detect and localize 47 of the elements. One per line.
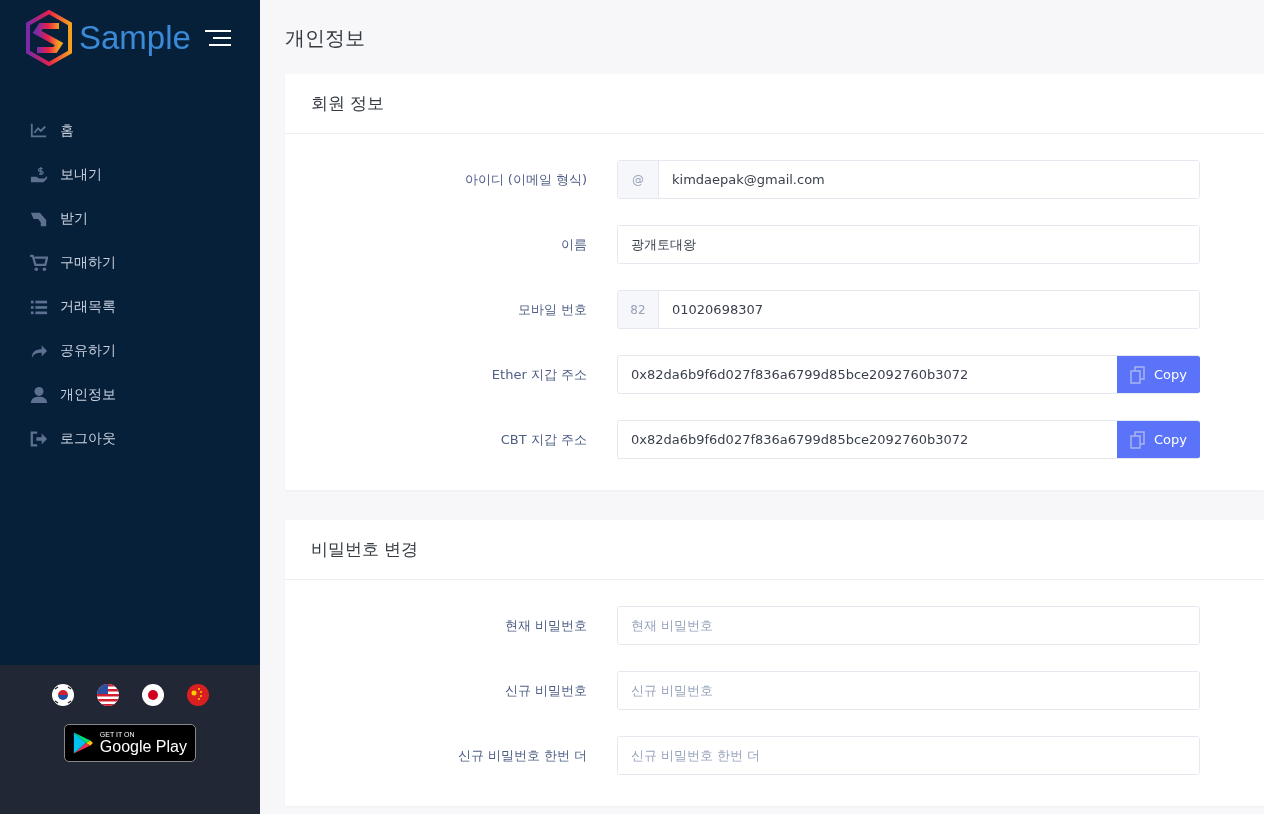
- menu-item[interactable]: 개인정보: [0, 373, 260, 417]
- input-field[interactable]: 0x82da6b9f6d027f836a6799d85bce2092760b3072 Copy: [617, 355, 1200, 394]
- logo-icon: [25, 9, 73, 66]
- field-label: 신규 비밀번호: [503, 681, 587, 700]
- chart-icon: [30, 122, 48, 140]
- cart-icon: [30, 254, 48, 272]
- menu-item[interactable]: 구매하기: [0, 241, 260, 285]
- menu-item[interactable]: 거래목록: [0, 285, 260, 329]
- menu-item[interactable]: 홈: [0, 109, 260, 153]
- menu-item[interactable]: 받기: [0, 197, 260, 241]
- copy-icon: [1130, 430, 1146, 449]
- input-prefix: 82: [618, 291, 659, 328]
- menu-item[interactable]: 로그아웃: [0, 417, 260, 461]
- field-label: CBT 지갑 주소: [499, 430, 587, 449]
- menu-icon[interactable]: [204, 28, 231, 47]
- field-label: 모바일 번호: [516, 300, 587, 319]
- field-label: 신규 비밀번호 한번 더: [456, 746, 587, 765]
- list-icon: [30, 298, 48, 316]
- copy-button[interactable]: Copy: [1117, 356, 1200, 393]
- input-field[interactable]: 82 01020698307: [617, 290, 1200, 329]
- input-field[interactable]: 신규 비밀번호: [617, 671, 1200, 710]
- flag-icon[interactable]: [140, 683, 165, 707]
- send-icon: [30, 166, 48, 184]
- logo-text: Sample: [79, 18, 191, 57]
- input-field[interactable]: 신규 비밀번호 한번 더: [617, 736, 1200, 775]
- play-icon: [73, 730, 94, 756]
- input-prefix: @: [618, 161, 659, 198]
- field-label: Ether 지갑 주소: [490, 365, 587, 384]
- input-field[interactable]: 광개토대왕: [617, 225, 1200, 264]
- user-icon: [30, 386, 48, 404]
- flag-icon[interactable]: [185, 683, 210, 707]
- flag-icon[interactable]: [95, 683, 120, 707]
- menu-item[interactable]: 보내기: [0, 153, 260, 197]
- copy-button[interactable]: Copy: [1117, 421, 1200, 458]
- card-title: 회원 정보: [285, 74, 1264, 134]
- menu-item[interactable]: 공유하기: [0, 329, 260, 373]
- logout-icon: [30, 430, 48, 448]
- input-field[interactable]: @ kimdaepak@gmail.com: [617, 160, 1200, 199]
- copy-icon: [1130, 365, 1146, 384]
- flag-icon[interactable]: [50, 683, 75, 707]
- field-label: 아이디 (이메일 형식): [463, 170, 587, 189]
- card-title: 비밀번호 변경: [285, 520, 1264, 580]
- input-field[interactable]: 현재 비밀번호: [617, 606, 1200, 645]
- field-label: 현재 비밀번호: [503, 616, 587, 635]
- input-field[interactable]: 0x82da6b9f6d027f836a6799d85bce2092760b3072 Copy: [617, 420, 1200, 459]
- page-title: 개인정보: [285, 25, 366, 52]
- field-label: 이름: [560, 235, 587, 254]
